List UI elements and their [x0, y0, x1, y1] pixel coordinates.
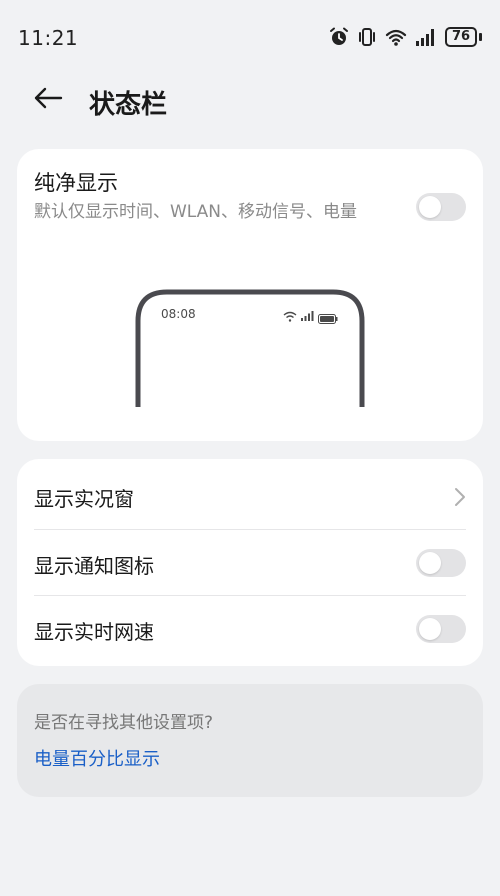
- search-question: 是否在寻找其他设置项?: [34, 713, 214, 733]
- pure-display-toggle[interactable]: [416, 193, 466, 221]
- preview-battery-icon: [318, 309, 338, 328]
- preview-signal-icon: [300, 307, 314, 326]
- pure-display-description: 默认仅显示时间、WLAN、移动信号、电量: [34, 202, 358, 222]
- settings-list-card: 显示实况窗 显示通知图标 显示实时网速: [17, 459, 483, 666]
- setting-row-live-window[interactable]: 显示实况窗: [17, 463, 483, 529]
- pure-display-card: 纯净显示 默认仅显示时间、WLAN、移动信号、电量 08:08: [17, 149, 483, 441]
- search-suggestion-card: 是否在寻找其他设置项? 电量百分比显示: [17, 684, 483, 797]
- battery-percentage-link[interactable]: 电量百分比显示: [34, 745, 160, 771]
- back-button[interactable]: [26, 82, 70, 118]
- setting-row-notification-icons: 显示通知图标: [17, 530, 483, 596]
- pure-display-title: 纯净显示: [34, 171, 118, 195]
- signal-icon: [415, 27, 437, 47]
- toggle-knob: [419, 552, 441, 574]
- status-bar: 11:21 76: [0, 0, 500, 76]
- chevron-right-icon: [454, 487, 466, 511]
- alarm-icon: [329, 27, 349, 47]
- status-icons: 76: [329, 26, 482, 48]
- phone-preview-illustration: 08:08: [135, 289, 365, 409]
- setting-label: 显示通知图标: [34, 554, 154, 578]
- page-header: 状态栏: [0, 76, 500, 124]
- setting-row-network-speed: 显示实时网速: [17, 596, 483, 662]
- setting-label: 显示实况窗: [34, 487, 134, 511]
- page-title: 状态栏: [89, 90, 168, 120]
- status-time: 11:21: [18, 26, 79, 50]
- battery-level: 76: [445, 27, 477, 47]
- vibrate-icon: [357, 27, 377, 47]
- setting-label: 显示实时网速: [34, 620, 154, 644]
- wifi-icon: [385, 27, 407, 47]
- toggle-knob: [419, 196, 441, 218]
- preview-time: 08:08: [161, 307, 196, 321]
- preview-wifi-icon: [283, 307, 297, 326]
- back-arrow-icon: [33, 86, 63, 114]
- battery-icon: 76: [445, 27, 482, 47]
- network-speed-toggle[interactable]: [416, 615, 466, 643]
- toggle-knob: [419, 618, 441, 640]
- notification-icons-toggle[interactable]: [416, 549, 466, 577]
